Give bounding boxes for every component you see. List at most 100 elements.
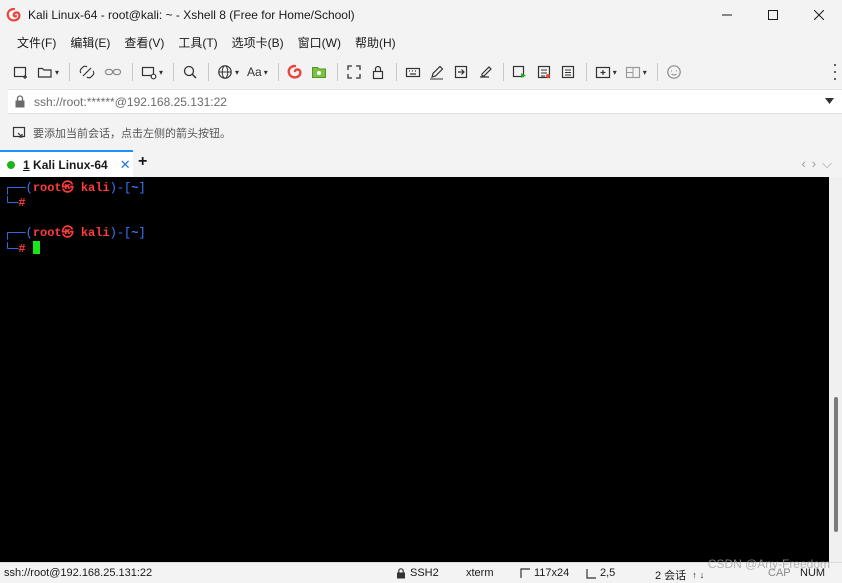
- toolbar-more-icon[interactable]: [832, 62, 838, 82]
- unlink-icon: [79, 65, 95, 79]
- prompt-close: ]: [138, 226, 146, 240]
- prompt-box-open: ┌──(: [4, 181, 33, 195]
- status-sessions[interactable]: 2 会话 ↑ ↓: [655, 567, 704, 583]
- script-run-button[interactable]: [509, 60, 531, 84]
- prompt-hash: #: [18, 242, 26, 256]
- highlight-button[interactable]: [426, 60, 448, 84]
- new-session-icon: [13, 66, 27, 79]
- chevron-down-icon: ▾: [235, 67, 240, 77]
- script-run-icon: [512, 65, 526, 78]
- terminal-line: ┌──(root㉿ kali)-[~]: [4, 226, 146, 241]
- session-properties-button[interactable]: ▾: [138, 60, 166, 84]
- prompt-box-open: ┌──(: [4, 226, 33, 240]
- toolbar-separator: [173, 63, 175, 81]
- arrow-up-icon[interactable]: ↑: [692, 570, 697, 580]
- hint-bar: 要添加当前会话，点击左侧的箭头按钮。: [0, 120, 842, 146]
- new-tab-group-button[interactable]: ▾: [592, 60, 620, 84]
- address-bar: [8, 89, 842, 114]
- link-icon: [104, 68, 122, 76]
- close-icon: [814, 10, 824, 20]
- window-controls: [704, 0, 842, 30]
- toolbar-separator: [585, 63, 587, 81]
- chevron-right-icon[interactable]: ›: [812, 156, 816, 172]
- terminal-cursor: [32, 241, 40, 254]
- toolbar-separator: [277, 63, 279, 81]
- maximize-button[interactable]: [750, 0, 796, 30]
- toolbar-separator: [336, 63, 338, 81]
- minimize-icon: [722, 14, 732, 16]
- encoding-button[interactable]: ▾: [214, 60, 242, 84]
- reconnect-button[interactable]: [101, 60, 125, 84]
- menu-file[interactable]: 文件(F): [10, 30, 63, 56]
- status-cursor: 2,5: [586, 567, 615, 579]
- prompt-host: kali: [80, 226, 110, 240]
- log-button[interactable]: [533, 60, 555, 84]
- scrollbar-thumb[interactable]: [834, 397, 838, 532]
- terminal-line: ┌──(root㉿ kali)-[~]: [4, 181, 146, 196]
- lock-button[interactable]: [367, 60, 389, 84]
- chat-button[interactable]: [663, 60, 685, 84]
- terminal-size-icon: [520, 567, 530, 578]
- toolbar-separator: [395, 63, 397, 81]
- tab-number: 1: [23, 157, 30, 172]
- prompt-user: root: [32, 226, 62, 240]
- chevron-down-icon: ▾: [263, 67, 268, 77]
- keyboard-icon: [405, 67, 420, 78]
- font-button[interactable]: Aa ▾: [244, 60, 271, 84]
- search-icon: [183, 65, 197, 79]
- window-title: Kali Linux-64 - root@kali: ~ - Xshell 8 …: [28, 8, 355, 22]
- status-size: 117x24: [520, 567, 569, 579]
- terminal-scrollbar[interactable]: [829, 177, 842, 562]
- address-input[interactable]: [34, 94, 794, 109]
- prompt-user: root: [32, 181, 62, 195]
- fullscreen-icon: [347, 65, 361, 79]
- new-tab-button[interactable]: +: [138, 153, 147, 171]
- menu-tabs[interactable]: 选项卡(B): [225, 30, 291, 56]
- arrow-down-icon[interactable]: ↓: [700, 570, 705, 580]
- prompt-host: kali: [80, 181, 110, 195]
- add-session-arrow-icon[interactable]: [12, 126, 28, 140]
- status-sessions-label: 2 会话: [655, 570, 687, 582]
- toolbar-separator: [502, 63, 504, 81]
- new-session-button[interactable]: [10, 60, 32, 84]
- xftp-button[interactable]: [308, 60, 330, 84]
- pen-icon: [429, 65, 444, 80]
- chevron-down-icon: ▾: [159, 67, 164, 77]
- chevron-down-icon: ▾: [612, 67, 617, 77]
- tab-kali-linux-64[interactable]: 1 Kali Linux-64 ✕: [0, 150, 133, 177]
- menu-edit[interactable]: 编辑(E): [63, 30, 117, 56]
- connected-status-icon: [7, 160, 15, 169]
- terminal-line: └─#: [4, 241, 40, 257]
- minimize-button[interactable]: [704, 0, 750, 30]
- chevron-down-icon[interactable]: [825, 98, 834, 104]
- fullscreen-button[interactable]: [343, 60, 365, 84]
- close-tab-icon[interactable]: ✕: [120, 157, 131, 173]
- prompt-mid: )-[: [109, 226, 132, 240]
- menu-window[interactable]: 窗口(W): [291, 30, 348, 56]
- tab-navigation: ‹ › ⌵: [801, 156, 832, 172]
- terminal-output[interactable]: ┌──(root㉿ kali)-[~] └─# ┌──(root㉿ kali)-…: [0, 177, 829, 562]
- menu-help[interactable]: 帮助(H): [348, 30, 403, 56]
- layout-button[interactable]: ▾: [622, 60, 650, 84]
- find-button[interactable]: [179, 60, 201, 84]
- font-button-label: Aa: [247, 65, 262, 79]
- disconnect-button[interactable]: [75, 60, 99, 84]
- notes-button[interactable]: [557, 60, 579, 84]
- toolbar-separator: [132, 63, 134, 81]
- chevron-left-icon[interactable]: ‹: [801, 156, 805, 172]
- prompt-at: ㉿: [61, 226, 74, 240]
- tab-title: Kali Linux-64: [33, 157, 108, 172]
- prompt-hash: #: [18, 196, 26, 210]
- lock-icon: [372, 65, 383, 80]
- menu-tools[interactable]: 工具(T): [171, 30, 224, 56]
- keyboard-button[interactable]: [402, 60, 424, 84]
- transfer-button[interactable]: [450, 60, 472, 84]
- compose-button[interactable]: [474, 60, 496, 84]
- prompt-mid: )-[: [109, 181, 132, 195]
- chevron-down-icon[interactable]: ⌵: [822, 156, 832, 172]
- close-window-button[interactable]: [796, 0, 842, 30]
- xshell-button[interactable]: [284, 60, 306, 84]
- menu-view[interactable]: 查看(V): [117, 30, 171, 56]
- open-session-button[interactable]: ▾: [34, 60, 62, 84]
- toolbar-separator: [69, 63, 71, 81]
